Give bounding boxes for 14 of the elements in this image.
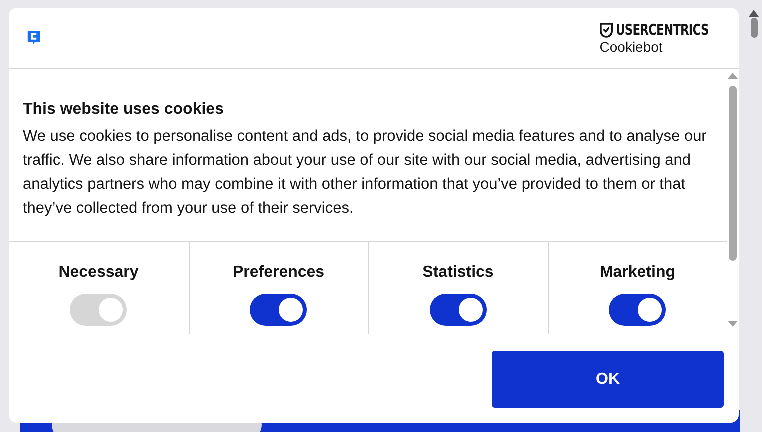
- category-label: Marketing: [600, 264, 676, 282]
- notice-title: This website uses cookies: [23, 101, 225, 119]
- toggle-switch[interactable]: [609, 294, 666, 326]
- toggle-switch[interactable]: [430, 294, 487, 326]
- category-label: Preferences: [232, 264, 325, 282]
- notice-text: We use cookies to personalise content and ads, to provide social media features and to analyse our traffic. We also share information about your use of our site with our social media, advertising and analytics partners who may combine it with other information that you’ve provided to them or that they’ve collected from your use of their services.: [23, 127, 707, 219]
- category-label: Statistics: [422, 264, 494, 282]
- brand-product: Cookiebot: [600, 40, 664, 54]
- toggle-switch[interactable]: [250, 294, 308, 326]
- brand-name: USERCENTRICS: [616, 22, 709, 38]
- category-label: Necessary: [58, 264, 139, 282]
- ok-button[interactable]: OK: [492, 351, 724, 408]
- shield-check-icon: [600, 22, 613, 38]
- chat-logo-icon: [27, 30, 41, 46]
